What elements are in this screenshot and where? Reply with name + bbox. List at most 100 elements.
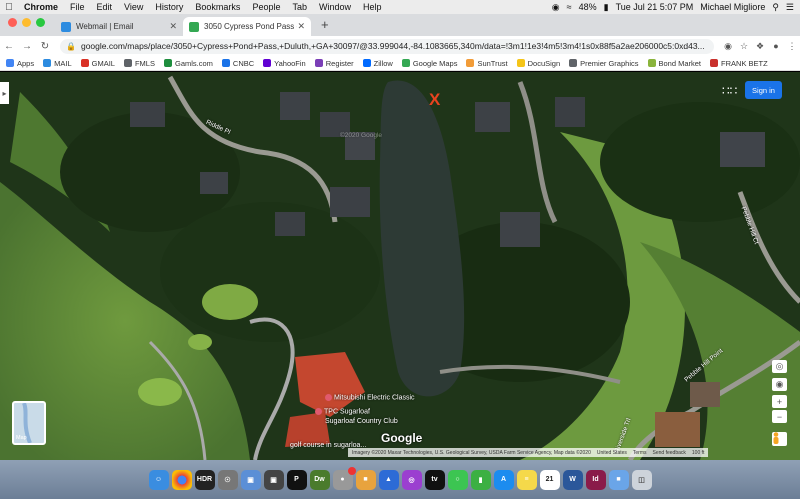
wifi-icon[interactable]: ≈ bbox=[567, 2, 572, 12]
bookmark-fmls[interactable]: FMLS bbox=[123, 59, 155, 68]
minimap-label: Map bbox=[16, 435, 27, 441]
menu-list-icon[interactable]: ☰ bbox=[786, 2, 794, 13]
bookmark-docusign[interactable]: DocuSign bbox=[516, 59, 560, 68]
chrome-icon[interactable] bbox=[171, 469, 192, 490]
star-icon[interactable]: ☆ bbox=[736, 41, 752, 52]
trash-icon[interactable]: ◫ bbox=[631, 469, 652, 490]
zoom-in-button[interactable]: + bbox=[772, 395, 787, 408]
bookmark-suntrust[interactable]: SunTrust bbox=[466, 59, 508, 68]
books-icon[interactable]: ■ bbox=[355, 469, 376, 490]
menu-window[interactable]: Window bbox=[313, 2, 357, 12]
notes-icon[interactable]: ≡ bbox=[516, 469, 537, 490]
contacts-icon[interactable]: ● bbox=[332, 466, 356, 490]
new-tab-button[interactable]: + bbox=[311, 17, 339, 34]
account-icon[interactable]: ● bbox=[768, 41, 784, 51]
satellite-imagery[interactable] bbox=[0, 72, 800, 460]
preview-icon[interactable]: ▣ bbox=[240, 469, 261, 490]
hdr-app-icon[interactable]: HDR bbox=[194, 469, 215, 490]
cnbc-icon bbox=[221, 59, 230, 67]
status-icon[interactable]: ◉ bbox=[552, 2, 560, 13]
bookmark-frank-betz[interactable]: FRANK BETZ bbox=[710, 59, 768, 68]
tab-google-maps[interactable]: 3050 Cypress Pond Pass - Goo ✕ bbox=[183, 17, 311, 36]
street-view-pegman-icon[interactable] bbox=[772, 432, 787, 446]
battery-icon[interactable]: ▮ bbox=[604, 2, 609, 13]
apple-menu-icon[interactable]:  bbox=[0, 2, 18, 13]
menu-app-name[interactable]: Chrome bbox=[18, 2, 64, 12]
search-icon[interactable]: ⚲ bbox=[772, 2, 779, 13]
bookmark-bond-market[interactable]: Bond Market bbox=[647, 59, 701, 68]
app-store-icon[interactable]: A bbox=[493, 469, 514, 490]
send-feedback-link[interactable]: Send feedback bbox=[653, 450, 686, 456]
finder-icon[interactable]: ☺ bbox=[148, 469, 169, 490]
poi-label[interactable]: Mitsubishi Electric Classic bbox=[325, 394, 415, 401]
menu-file[interactable]: File bbox=[64, 2, 91, 12]
messages-icon[interactable]: ○ bbox=[447, 469, 468, 490]
scale-bar[interactable]: 100 ft bbox=[692, 450, 705, 456]
country-link[interactable]: United States bbox=[597, 450, 627, 456]
forward-arrow-icon[interactable]: → bbox=[18, 41, 36, 52]
terms-link[interactable]: Terms bbox=[633, 450, 647, 456]
bookmark-premier-graphics[interactable]: Premier Graphics bbox=[569, 59, 639, 68]
menu-people[interactable]: People bbox=[246, 2, 286, 12]
bookmark-mail[interactable]: MAIL bbox=[43, 59, 72, 68]
menubar-clock[interactable]: Tue Jul 21 5:07 PM bbox=[616, 2, 694, 12]
keynote-icon[interactable]: ▲ bbox=[378, 469, 399, 490]
menu-tab[interactable]: Tab bbox=[286, 2, 313, 12]
bookmark-apps[interactable]: Apps bbox=[6, 59, 34, 68]
reload-icon[interactable]: ↻ bbox=[36, 41, 54, 52]
facetime-icon[interactable]: ▮ bbox=[470, 469, 491, 490]
satellite-map[interactable]: ▸ ∷∷ Sign in X Riddle Pl Pebble Hill Ct … bbox=[0, 72, 800, 460]
address-bar[interactable]: 🔒 google.com/maps/place/3050+Cypress+Pon… bbox=[60, 38, 714, 54]
menu-history[interactable]: History bbox=[149, 2, 189, 12]
close-tab-icon[interactable]: ✕ bbox=[169, 21, 177, 32]
folder-icon[interactable]: ■ bbox=[608, 469, 629, 490]
close-tab-icon[interactable]: ✕ bbox=[297, 21, 305, 32]
minimize-window-button[interactable] bbox=[22, 17, 31, 27]
bookmark-google-maps[interactable]: Google Maps bbox=[401, 59, 457, 68]
extension-icon[interactable]: ❖ bbox=[752, 41, 768, 52]
location-marker-icon[interactable]: X bbox=[429, 90, 440, 110]
bookmark-register[interactable]: Register bbox=[314, 59, 354, 68]
google-apps-icon[interactable]: ∷∷ bbox=[722, 84, 737, 98]
poi-pin-icon bbox=[315, 408, 322, 415]
zoom-out-button[interactable]: − bbox=[772, 410, 787, 423]
my-location-button[interactable]: ◉ bbox=[772, 378, 787, 391]
photoshop-icon[interactable]: P bbox=[286, 469, 307, 490]
location-icon[interactable]: ◉ bbox=[720, 41, 736, 52]
launchpad-icon[interactable]: ☉ bbox=[217, 469, 238, 490]
battery-percent[interactable]: 48% bbox=[579, 2, 597, 12]
menubar-user[interactable]: Michael Migliore bbox=[700, 2, 765, 12]
indesign-icon[interactable]: Id bbox=[585, 469, 606, 490]
collapse-panel-button[interactable]: ▸ bbox=[0, 82, 9, 104]
word-icon[interactable]: W bbox=[562, 469, 583, 490]
bookmark-zillow[interactable]: Zillow bbox=[362, 59, 393, 68]
bookmark-gamls[interactable]: Gamls.com bbox=[163, 59, 213, 68]
menu-bookmarks[interactable]: Bookmarks bbox=[189, 2, 246, 12]
globe-icon bbox=[569, 59, 578, 67]
more-menu-icon[interactable]: ⋮ bbox=[784, 41, 800, 52]
lock-icon[interactable]: 🔒 bbox=[66, 42, 76, 51]
menu-edit[interactable]: Edit bbox=[91, 2, 119, 12]
map-layer-toggle[interactable]: Map bbox=[12, 401, 46, 445]
sign-in-button[interactable]: Sign in bbox=[745, 81, 782, 99]
url-text[interactable]: google.com/maps/place/3050+Cypress+Pond+… bbox=[81, 41, 705, 51]
photos-app-icon[interactable]: ▣ bbox=[263, 469, 284, 490]
menu-help[interactable]: Help bbox=[357, 2, 388, 12]
podcasts-icon[interactable]: ◎ bbox=[401, 469, 422, 490]
bookmark-cnbc[interactable]: CNBC bbox=[221, 59, 254, 68]
mail-icon bbox=[43, 59, 52, 67]
bookmark-gmail[interactable]: GMAIL bbox=[80, 59, 115, 68]
calendar-icon[interactable]: 21 bbox=[539, 469, 560, 490]
zillow-icon bbox=[362, 59, 371, 67]
poi-label[interactable]: Sugarloaf Country Club bbox=[325, 418, 398, 425]
bookmark-yahoofin[interactable]: YahooFin bbox=[263, 59, 306, 68]
apple-tv-icon[interactable]: tv bbox=[424, 469, 445, 490]
dreamweaver-icon[interactable]: Dw bbox=[309, 469, 330, 490]
zoom-window-button[interactable] bbox=[36, 17, 45, 27]
back-arrow-icon[interactable]: ← bbox=[0, 41, 18, 52]
tab-webmail[interactable]: Webmail | Email ✕ bbox=[55, 17, 183, 36]
poi-label[interactable]: TPC Sugarloaf bbox=[315, 408, 370, 415]
globe-view-button[interactable]: ◎ bbox=[772, 360, 787, 373]
close-window-button[interactable] bbox=[8, 17, 17, 27]
menu-view[interactable]: View bbox=[118, 2, 149, 12]
